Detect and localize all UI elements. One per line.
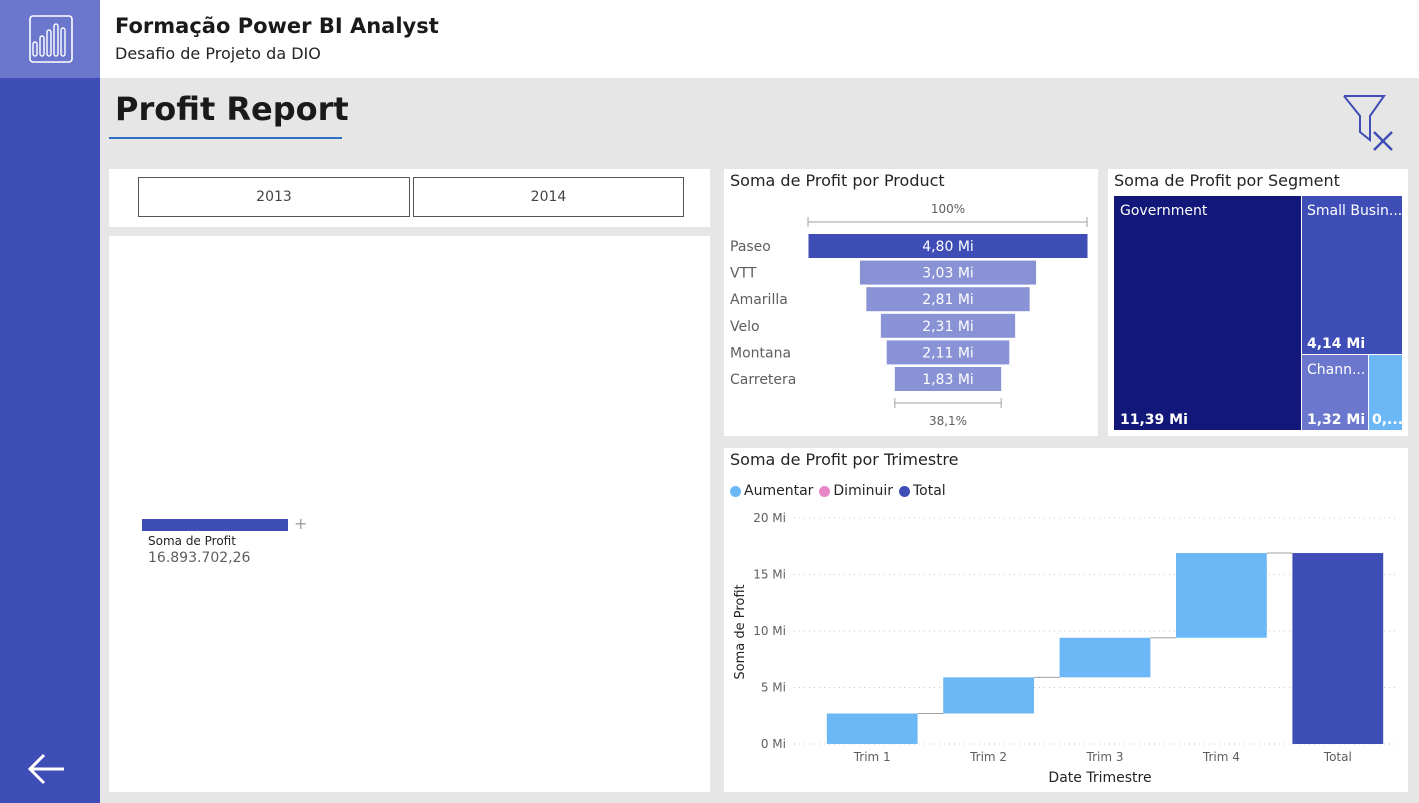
left-nav-rail	[0, 0, 100, 803]
treemap-tile-small-business[interactable]	[1302, 196, 1402, 354]
waterfall-y-tick: 15 Mi	[753, 568, 786, 582]
treemap-label-government: Government	[1120, 203, 1208, 219]
treemap-value-other: 0,...	[1372, 412, 1403, 428]
waterfall-x-axis-title: Date Trimestre	[1048, 770, 1151, 786]
funnel-category-montana: Montana	[730, 345, 791, 361]
waterfall-x-tick-trim-3: Trim 3	[1086, 750, 1124, 764]
waterfall-x-tick-trim-1: Trim 1	[853, 750, 891, 764]
waterfall-y-tick: 20 Mi	[753, 511, 786, 525]
kpi-panel	[109, 236, 710, 792]
funnel-top-pct: 100%	[931, 202, 965, 216]
treemap-chart: Government 11,39 Mi Small Busin... 4,14 …	[1114, 196, 1403, 430]
treemap-label-channel: Chann...	[1307, 362, 1365, 378]
waterfall-x-tick-trim-2: Trim 2	[969, 750, 1007, 764]
funnel-category-carretera: Carretera	[730, 372, 796, 388]
header-bar	[100, 0, 1419, 78]
funnel-value-montana: 2,11 Mi	[922, 345, 974, 361]
app-subtitle: Desafio de Projeto da DIO	[115, 44, 321, 63]
waterfall-bar-trim-3[interactable]	[1059, 637, 1151, 678]
kpi-value: 16.893.702,26	[148, 550, 251, 566]
treemap-value-channel: 1,32 Mi	[1307, 412, 1365, 428]
treemap-value-government: 11,39 Mi	[1120, 412, 1188, 428]
waterfall-bar-trim-2[interactable]	[943, 677, 1034, 714]
funnel-clear-icon	[1343, 95, 1393, 151]
funnel-chart: 100% Paseo 4,80 Mi VTT 3,03 Mi Amarilla 2,81 …	[730, 202, 1088, 428]
waterfall-chart: 0 Mi 5 Mi 10 Mi 15 Mi 20 Mi Trim 1 Trim 2 Trim…	[733, 511, 1396, 786]
kpi-label: Soma de Profit	[148, 534, 236, 548]
funnel-value-amarilla: 2,81 Mi	[922, 292, 974, 308]
treemap-value-small-business: 4,14 Mi	[1307, 336, 1365, 352]
waterfall-x-tick-trim-4: Trim 4	[1202, 750, 1240, 764]
power-bi-report-icon	[29, 15, 73, 63]
funnel-category-paseo: Paseo	[730, 239, 771, 255]
app-logo[interactable]	[0, 0, 100, 78]
waterfall-x-tick-total: Total	[1323, 750, 1352, 764]
funnel-category-velo: Velo	[730, 319, 760, 335]
funnel-value-paseo: 4,80 Mi	[922, 239, 974, 255]
back-arrow-icon	[27, 753, 64, 785]
page-title: Profit Report	[115, 90, 349, 128]
slicer-option-2013[interactable]: 2013	[138, 177, 410, 217]
funnel-value-carretera: 1,83 Mi	[922, 372, 974, 388]
app-title: Formação Power BI Analyst	[115, 14, 439, 38]
funnel-value-velo: 2,31 Mi	[922, 319, 974, 335]
waterfall-y-tick: 5 Mi	[761, 681, 786, 695]
funnel-value-vtt: 3,03 Mi	[922, 266, 974, 282]
waterfall-y-tick: 10 Mi	[753, 624, 786, 638]
title-underline	[109, 137, 342, 139]
kpi-bar	[142, 519, 288, 531]
funnel-bottom-pct: 38,1%	[929, 414, 967, 428]
waterfall-bar-trim-4[interactable]	[1176, 553, 1267, 638]
waterfall-bar-trim-1[interactable]	[826, 713, 918, 744]
plus-icon[interactable]: +	[294, 514, 307, 533]
treemap-label-small-business: Small Busin...	[1307, 203, 1402, 219]
funnel-category-vtt: VTT	[730, 266, 757, 282]
waterfall-y-tick: 0 Mi	[761, 737, 786, 751]
back-button[interactable]	[22, 745, 70, 793]
clear-filters-button[interactable]	[1340, 92, 1406, 156]
waterfall-bar-total[interactable]	[1292, 553, 1384, 744]
slicer-option-2014[interactable]: 2014	[413, 177, 684, 217]
treemap-tile-government[interactable]	[1114, 196, 1301, 430]
funnel-category-amarilla: Amarilla	[730, 292, 788, 308]
waterfall-y-axis-title: Soma de Profit	[733, 584, 748, 679]
